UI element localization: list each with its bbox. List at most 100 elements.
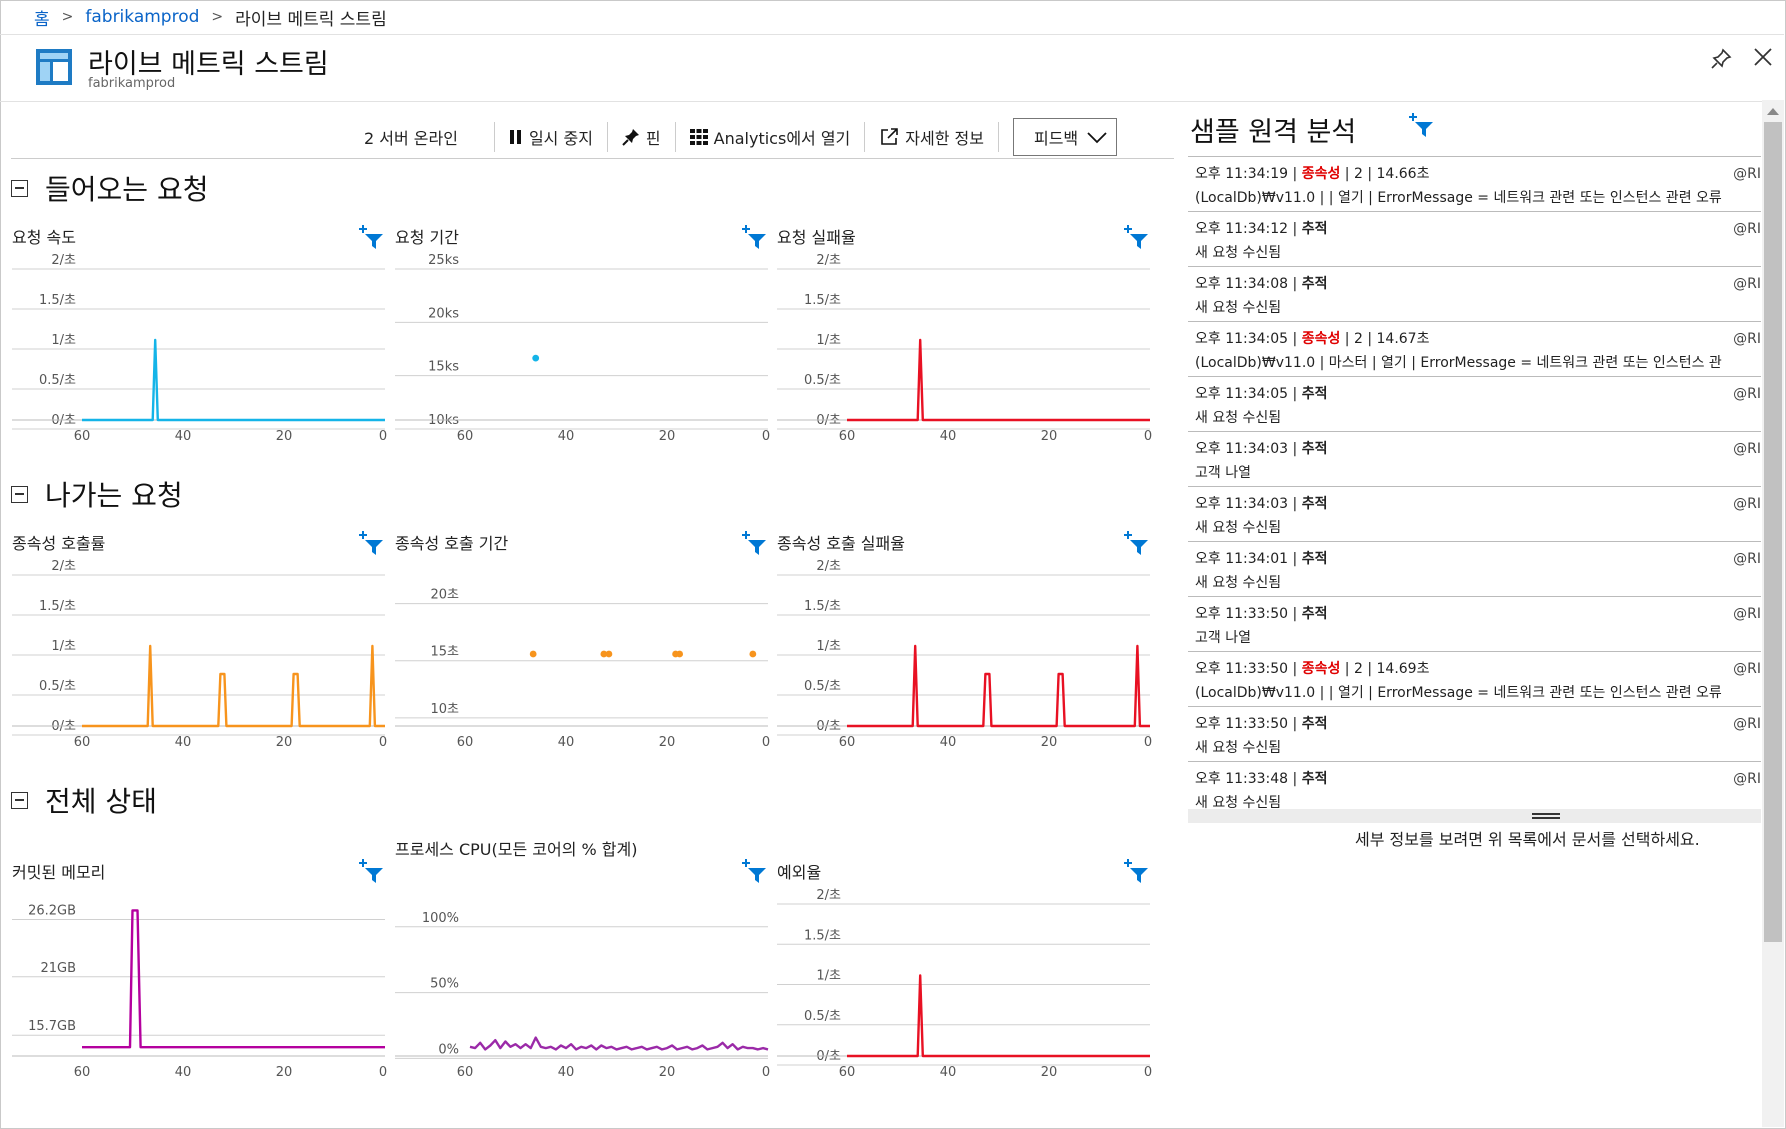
telemetry-source: @RI: [1733, 496, 1761, 512]
y-tick-label: 50%: [430, 977, 459, 992]
y-tick-label: 1/초: [51, 639, 76, 654]
telemetry-item[interactable]: 오후 11:34:05 | 추적 @RI 새 요청 수신됨: [1188, 377, 1761, 432]
telemetry-header: 오후 11:33:50 | 종속성 | 2 | 14.69초: [1195, 658, 1753, 682]
y-tick-label: 2/초: [816, 559, 841, 574]
telemetry-time: 오후 11:33:50 |: [1195, 606, 1302, 622]
series-line: [847, 974, 1150, 1058]
y-tick-label: 1.5/초: [804, 293, 841, 308]
chart-svg: 20초 15초 10초 60 40 20 0: [395, 588, 770, 750]
pin-icon[interactable]: [1710, 48, 1732, 70]
telemetry-meta: | 2 | 14.67초: [1340, 331, 1430, 347]
collapse-icon[interactable]: [11, 179, 28, 197]
add-filter-icon[interactable]: [359, 224, 385, 250]
feedback-dropdown[interactable]: 피드백: [1012, 118, 1118, 156]
add-filter-icon[interactable]: [1124, 530, 1150, 556]
telemetry-header: 오후 11:33:50 | 추적: [1195, 603, 1753, 627]
add-filter-icon[interactable]: [742, 858, 768, 884]
telemetry-item[interactable]: 오후 11:34:03 | 추적 @RI 고객 나열: [1188, 432, 1761, 487]
telemetry-item[interactable]: 오후 11:34:01 | 추적 @RI 새 요청 수신됨: [1188, 542, 1761, 597]
section-incoming-requests: 들어오는 요청: [11, 168, 208, 208]
x-tick-label: 60: [457, 429, 474, 444]
collapse-icon[interactable]: [11, 485, 28, 503]
telemetry-type: 추적: [1301, 276, 1328, 292]
x-tick-label: 0: [1144, 735, 1152, 750]
y-tick-label: 26.2GB: [28, 903, 76, 918]
telemetry-header: 오후 11:34:03 | 추적: [1195, 438, 1753, 462]
series-line: [847, 338, 1150, 422]
filter-plus: [1124, 225, 1132, 233]
collapse-icon[interactable]: [11, 791, 28, 809]
telemetry-source: @RI: [1733, 771, 1761, 787]
x-tick-label: 40: [940, 1065, 957, 1080]
scroll-up-icon[interactable]: [1767, 108, 1779, 115]
x-tick-label: 60: [74, 429, 91, 444]
telemetry-item[interactable]: 오후 11:33:50 | 추적 @RI 고객 나열: [1188, 597, 1761, 652]
telemetry-time: 오후 11:33:48 |: [1195, 771, 1302, 787]
breadcrumb-resource-link[interactable]: fabrikamprod: [85, 7, 199, 27]
telemetry-source: @RI: [1733, 661, 1761, 677]
telemetry-item[interactable]: 오후 11:33:50 | 종속성 | 2 | 14.69초 @RI (LocalD…: [1188, 652, 1761, 707]
add-filter-icon[interactable]: [359, 530, 385, 556]
scrollbar-thumb[interactable]: [1764, 122, 1782, 942]
pause-button[interactable]: 일시 중지: [495, 119, 607, 155]
telemetry-detail: 새 요청 수신됨: [1195, 300, 1282, 316]
details-hint: 세부 정보를 보려면 위 목록에서 문서를 선택하세요.: [1355, 830, 1700, 849]
telemetry-source: @RI: [1733, 331, 1761, 347]
telemetry-time: 오후 11:34:19 |: [1195, 166, 1302, 182]
add-filter-icon[interactable]: [742, 224, 768, 250]
filter-plus: [1124, 531, 1132, 539]
y-tick-label: 2/초: [51, 559, 76, 574]
telemetry-item[interactable]: 오후 11:33:48 | 추적 @RI 새 요청 수신됨: [1188, 762, 1761, 809]
splitter-handle[interactable]: [1188, 809, 1761, 823]
close-icon[interactable]: [1752, 46, 1774, 68]
y-tick-label: 0.5/초: [39, 373, 76, 388]
servers-online-status: 2 서버 온라인: [364, 129, 458, 148]
telemetry-time: 오후 11:34:01 |: [1195, 551, 1302, 567]
telemetry-source: @RI: [1733, 166, 1761, 182]
y-tick-label: 1.5/초: [39, 293, 76, 308]
filter-funnel: [365, 540, 383, 555]
pin-icon: [622, 129, 639, 146]
add-filter-icon[interactable]: [1124, 224, 1150, 250]
telemetry-time: 오후 11:34:08 |: [1195, 276, 1302, 292]
chart-svg: 25ks20ks15ks10ks60 40 20 0: [395, 253, 770, 444]
x-tick-label: 40: [175, 1065, 192, 1080]
pin-button[interactable]: 핀: [608, 119, 675, 155]
telemetry-detail: (LocalDb)₩v11.0 | | 열기 | ErrorMessage = …: [1195, 190, 1722, 206]
breadcrumb-home-link[interactable]: 홈: [34, 5, 50, 30]
telemetry-item[interactable]: 오후 11:34:03 | 추적 @RI 새 요청 수신됨: [1188, 487, 1761, 542]
telemetry-item[interactable]: 오후 11:33:50 | 추적 @RI 새 요청 수신됨: [1188, 707, 1761, 762]
telemetry-header: 오후 11:34:12 | 추적: [1195, 218, 1753, 242]
data-point: [749, 650, 757, 658]
telemetry-source: @RI: [1733, 441, 1761, 457]
filter-funnel: [365, 234, 383, 249]
chart-title: 종속성 호출률: [12, 534, 106, 553]
chart-svg: 2/초1.5/초1/초0.5/초0/초60 40 20 0: [777, 888, 1152, 1080]
telemetry-item[interactable]: 오후 11:34:12 | 추적 @RI 새 요청 수신됨: [1188, 212, 1761, 267]
y-tick-label: 20ks: [428, 306, 459, 321]
telemetry-header: 오후 11:34:03 | 추적: [1195, 493, 1753, 517]
x-tick-label: 20: [659, 429, 676, 444]
y-tick-label: 21GB: [40, 961, 76, 976]
chart-svg: 26.2GB 21GB 15.7GB 60 40 20 0: [12, 903, 387, 1080]
telemetry-header: 오후 11:34:05 | 추적: [1195, 383, 1753, 407]
y-tick-label: 1.5/초: [39, 599, 76, 614]
telemetry-item[interactable]: 오후 11:34:19 | 종속성 | 2 | 14.66초 @RI (LocalD…: [1188, 157, 1761, 212]
learn-more-link[interactable]: 자세한 정보: [865, 119, 998, 155]
telemetry-detail: 새 요청 수신됨: [1195, 740, 1282, 756]
x-tick-label: 20: [659, 735, 676, 750]
add-filter-icon[interactable]: [1124, 858, 1150, 884]
add-filter-icon[interactable]: [742, 530, 768, 556]
add-filter-icon[interactable]: [1409, 112, 1435, 138]
chevron-down-icon: [1087, 132, 1107, 144]
x-tick-label: 60: [74, 735, 91, 750]
telemetry-item[interactable]: 오후 11:34:08 | 추적 @RI 새 요청 수신됨: [1188, 267, 1761, 322]
telemetry-meta: | 2 | 14.66초: [1340, 166, 1430, 182]
add-filter-icon[interactable]: [359, 858, 385, 884]
telemetry-type: 추적: [1301, 771, 1328, 787]
telemetry-item[interactable]: 오후 11:34:05 | 종속성 | 2 | 14.67초 @RI (LocalD…: [1188, 322, 1761, 377]
chart-svg: 2/초1.5/초1/초0.5/초0/초60 40 20 0: [777, 559, 1152, 750]
open-in-analytics-button[interactable]: Analytics에서 열기: [676, 119, 865, 155]
y-tick-label: 1/초: [816, 639, 841, 654]
filter-plus: [359, 531, 367, 539]
